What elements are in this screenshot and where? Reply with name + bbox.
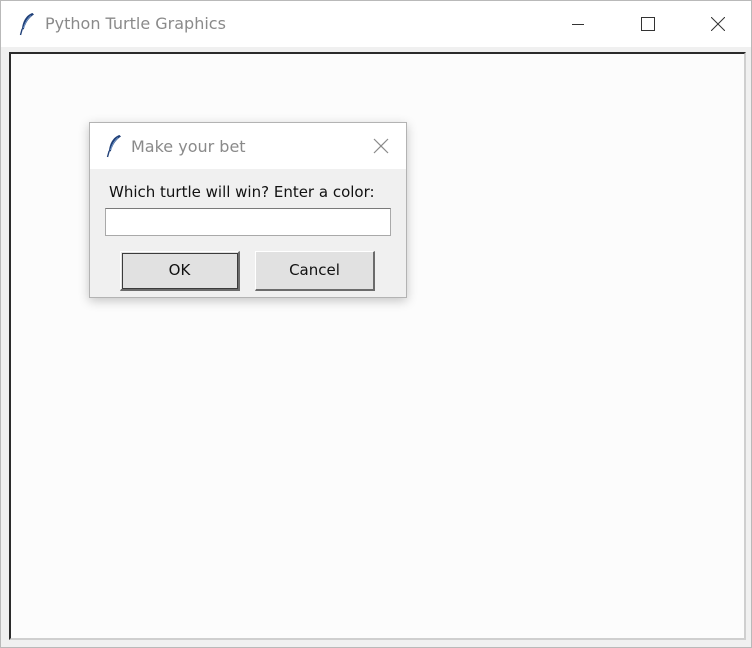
feather-icon (106, 135, 121, 158)
maximize-button[interactable] (613, 1, 683, 47)
dialog-titlebar[interactable]: Make your bet (90, 123, 406, 169)
dialog-close-button[interactable] (366, 134, 396, 158)
close-icon (711, 17, 725, 31)
close-button[interactable] (683, 1, 752, 47)
dialog-title: Make your bet (131, 137, 246, 156)
bet-dialog: Make your bet Which turtle will win? Ent… (89, 122, 407, 298)
close-icon (373, 138, 389, 154)
window-titlebar[interactable]: Python Turtle Graphics (1, 1, 751, 47)
dialog-prompt: Which turtle will win? Enter a color: (109, 183, 375, 201)
minimize-icon (572, 24, 584, 25)
color-input[interactable] (105, 208, 391, 236)
feather-icon (19, 13, 34, 36)
minimize-button[interactable] (543, 1, 613, 47)
turtle-window: Python Turtle Graphics (0, 0, 752, 648)
ok-button[interactable]: OK (120, 251, 240, 291)
maximize-icon (641, 17, 655, 31)
window-title: Python Turtle Graphics (45, 14, 226, 33)
cancel-button[interactable]: Cancel (255, 251, 375, 291)
